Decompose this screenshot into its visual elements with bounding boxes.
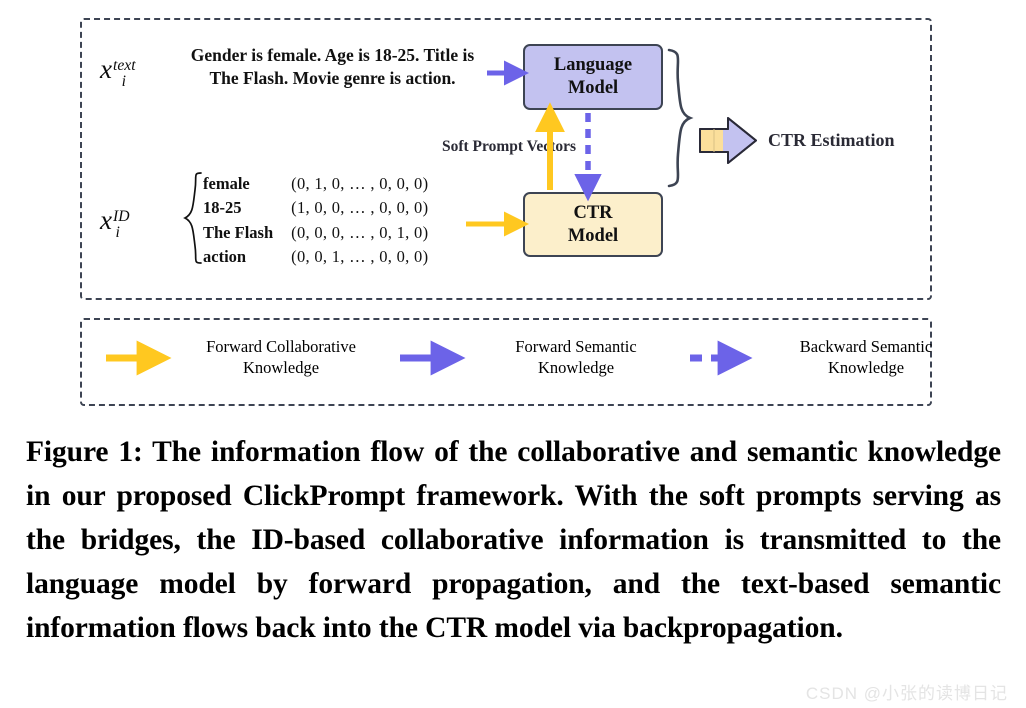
legend-item-label: Forward Collaborative Knowledge	[181, 336, 381, 379]
dashed-purple-arrow-icon	[690, 344, 758, 370]
x-id-subscript: i	[115, 224, 120, 242]
ctr-estimation-label: CTR Estimation	[768, 130, 895, 150]
language-model-label-line1: Language	[553, 55, 633, 76]
solid-yellow-arrow-icon	[105, 344, 173, 370]
feature-vector: (0, 0, 0, … , 0, 1, 0)	[291, 222, 429, 242]
legend-item-label: Forward Semantic Knowledge	[476, 336, 676, 379]
legend-label-line2: Knowledge	[827, 358, 905, 378]
x-text-superscript: text	[112, 57, 136, 74]
table-row: female (0, 1, 0, … , 0, 0, 0)	[203, 172, 428, 196]
legend-label-line1: Backward Semantic	[799, 337, 933, 356]
feature-vector: (0, 1, 0, … , 0, 0, 0)	[291, 174, 429, 193]
feature-vector: (0, 0, 1, … , 0, 0, 0)	[291, 247, 429, 267]
table-row: The Flash (0, 0, 0, … , 0, 1, 0)	[203, 221, 428, 245]
legend-item-label: Backward Semantic Knowledge	[766, 336, 966, 379]
watermark: CSDN @小张的读博日记	[805, 684, 1008, 703]
feature-name: The Flash	[203, 222, 274, 242]
ctr-model-block: CTR Model	[523, 192, 663, 257]
legend-label-line1: Forward Collaborative	[206, 337, 356, 356]
x-text-subscript: i	[121, 73, 126, 91]
ctr-model-label-line2: Model	[567, 225, 619, 246]
legend-label-line1: Forward Semantic	[515, 337, 637, 356]
table-row: action (0, 0, 1, … , 0, 0, 0)	[203, 245, 428, 269]
language-model-label-line2: Model	[567, 78, 619, 98]
feature-name: 18-25	[203, 198, 242, 218]
id-feature-table-body: female (0, 1, 0, … , 0, 0, 0) 18-25 (1, …	[203, 172, 428, 270]
feature-name: action	[203, 247, 247, 267]
soft-prompt-vectors-label: Soft Prompt Vectors	[441, 138, 577, 155]
figure-caption: Figure 1: The information flow of the co…	[26, 436, 1001, 644]
legend-item: Forward Semantic Knowledge	[400, 336, 676, 379]
x-id-superscript: ID	[112, 208, 130, 225]
x-text-symbol: xtexti	[100, 54, 139, 91]
legend-item: Forward Collaborative Knowledge	[105, 336, 381, 379]
id-feature-table: female (0, 1, 0, … , 0, 0, 0) 18-25 (1, …	[203, 172, 428, 270]
ctr-model-label-line1: CTR	[573, 202, 613, 223]
language-model-block: Language Model	[523, 44, 663, 110]
x-id-base: x	[100, 205, 112, 235]
legend-item: Backward Semantic Knowledge	[690, 336, 966, 379]
x-id-symbol: xIDi	[100, 205, 133, 242]
table-row: 18-25 (1, 0, 0, … , 0, 0, 0)	[203, 196, 428, 220]
feature-name: female	[203, 174, 250, 193]
prompt-sentence: Gender is female. Age is 18-25. Title is…	[190, 45, 475, 89]
legend-label-line2: Knowledge	[242, 358, 320, 378]
feature-vector: (1, 0, 0, … , 0, 0, 0)	[291, 198, 429, 218]
solid-purple-arrow-icon	[400, 344, 468, 370]
x-text-base: x	[100, 54, 112, 84]
legend-label-line2: Knowledge	[537, 358, 615, 378]
